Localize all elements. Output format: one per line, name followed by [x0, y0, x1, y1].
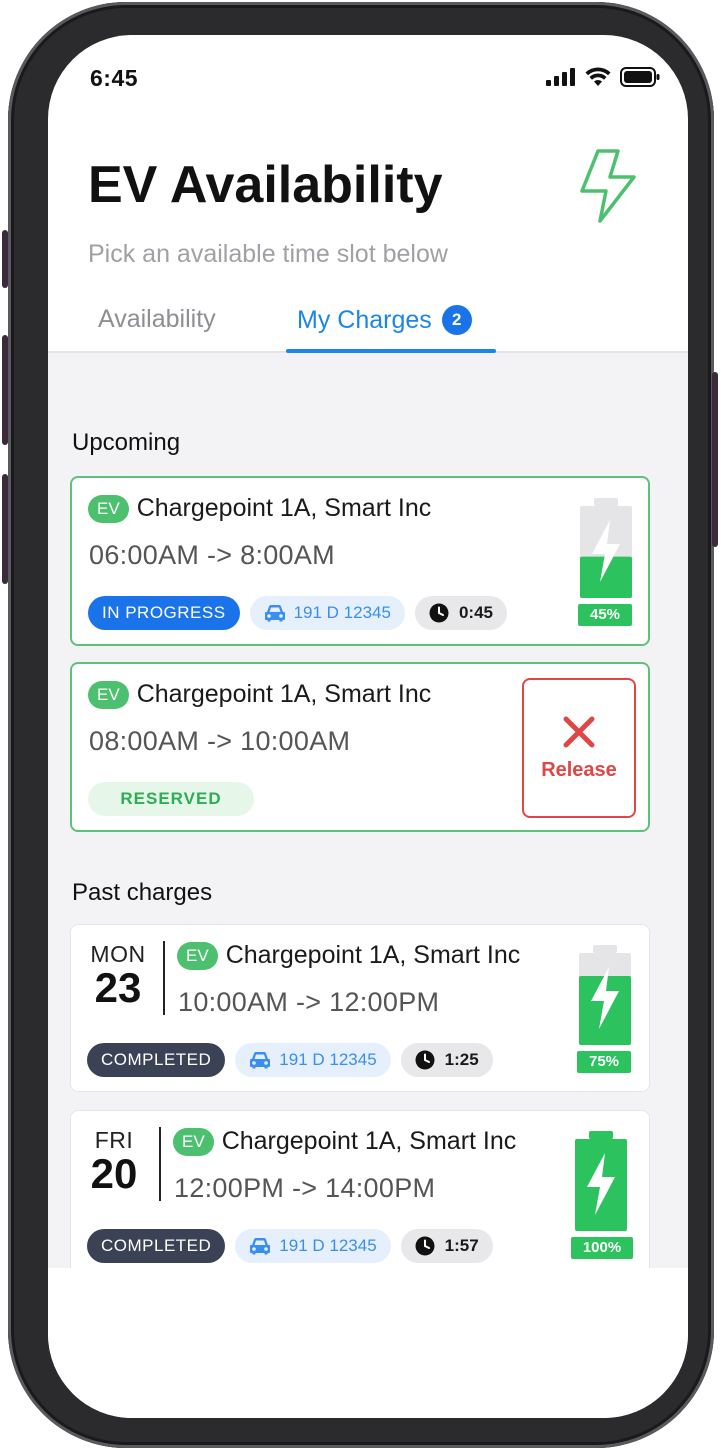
past-charge-card[interactable]: MON 23 EV Chargepoint 1A, Smart Inc 10:0… — [70, 924, 650, 1092]
battery-percent-label: 100% — [571, 1237, 633, 1259]
duration-chip: 1:57 — [400, 1229, 493, 1263]
duration-chip: 0:45 — [414, 596, 507, 630]
ev-badge: EV — [177, 941, 218, 970]
date-divider — [163, 941, 165, 1015]
time-range: 10:00AM -> 12:00PM — [178, 987, 440, 1017]
date-divider — [159, 1127, 161, 1201]
vehicle-chip: 191 D 12345 — [235, 1229, 391, 1263]
my-charges-count-badge: 2 — [441, 305, 472, 335]
vehicle-chip: 191 D 12345 — [235, 1043, 391, 1077]
charges-list: Upcoming EV Chargepoint 1A, Smart Inc 06… — [48, 353, 688, 1354]
charge-date: MON 23 — [85, 941, 151, 1011]
battery-charge-icon — [575, 1131, 627, 1231]
battery-percent-label: 45% — [578, 604, 632, 626]
battery-percent-label: 75% — [577, 1051, 631, 1073]
side-button-volume-down — [2, 474, 8, 584]
battery-level-indicator — [576, 498, 636, 603]
duration-value: 1:25 — [444, 1050, 479, 1069]
chargepoint-name: Chargepoint 1A, Smart Inc — [136, 680, 432, 708]
tab-bar: Availability My Charges 2 — [48, 293, 688, 353]
battery-level-indicator — [575, 945, 635, 1050]
vehicle-plate: 191 D 12345 — [279, 1236, 377, 1255]
vehicle-plate: 191 D 12345 — [293, 603, 391, 622]
vehicle-chip: 191 D 12345 — [249, 596, 405, 630]
status-badge: COMPLETED — [87, 1229, 226, 1263]
status-badge: COMPLETED — [87, 1043, 226, 1077]
status-badge: RESERVED — [88, 782, 254, 816]
ev-badge: EV — [88, 680, 129, 709]
clock-icon — [429, 603, 449, 623]
battery-charge-icon — [580, 498, 632, 598]
page-title: EV Availability — [88, 156, 443, 214]
duration-value: 0:45 — [458, 603, 493, 622]
battery-charge-icon — [579, 945, 631, 1045]
tab-my-charges[interactable]: My Charges 2 — [297, 305, 472, 335]
car-icon — [250, 1052, 271, 1069]
page-subtitle: Pick an available time slot below — [88, 240, 448, 268]
signal-icon — [546, 68, 575, 86]
wifi-icon — [585, 67, 611, 86]
battery-level-indicator — [571, 1131, 631, 1236]
charge-day: 20 — [90, 1150, 138, 1197]
chargepoint-name: Chargepoint 1A, Smart Inc — [225, 941, 521, 969]
side-button-power — [712, 372, 718, 547]
chargepoint-name: Chargepoint 1A, Smart Inc — [221, 1127, 517, 1155]
time-range: 12:00PM -> 14:00PM — [174, 1173, 436, 1203]
tab-availability[interactable]: Availability — [98, 305, 216, 334]
close-icon — [563, 716, 595, 747]
reserved-charge-card[interactable]: EV Chargepoint 1A, Smart Inc 08:00AM -> … — [70, 662, 650, 832]
lightning-bolt-icon — [580, 149, 636, 223]
home-indicator-area — [48, 1268, 688, 1418]
charge-date: FRI 20 — [81, 1127, 147, 1197]
chargepoint-name: Chargepoint 1A, Smart Inc — [136, 494, 432, 522]
side-button-mute — [2, 230, 8, 288]
app-screen: 6:45 EV Availability Pick an available t… — [48, 35, 688, 1418]
duration-chip: 1:25 — [400, 1043, 493, 1077]
charge-day: 23 — [94, 964, 142, 1011]
clock-icon — [415, 1050, 435, 1070]
clock-icon — [415, 1236, 435, 1256]
car-icon — [250, 1238, 271, 1255]
tab-my-charges-label: My Charges — [297, 305, 432, 334]
time-range: 08:00AM -> 10:00AM — [89, 726, 351, 756]
car-icon — [264, 605, 285, 622]
ev-badge: EV — [88, 494, 129, 523]
status-time: 6:45 — [90, 65, 139, 91]
phone-frame: 6:45 EV Availability Pick an available t… — [2, 2, 718, 1448]
section-title-upcoming: Upcoming — [72, 429, 181, 456]
past-charge-card[interactable]: FRI 20 EV Chargepoint 1A, Smart Inc 12:0… — [70, 1110, 650, 1278]
ev-badge: EV — [173, 1127, 214, 1156]
time-range: 06:00AM -> 8:00AM — [89, 540, 335, 570]
upcoming-charge-card[interactable]: EV Chargepoint 1A, Smart Inc 06:00AM -> … — [70, 476, 650, 646]
duration-value: 1:57 — [444, 1236, 479, 1255]
side-button-volume-up — [2, 335, 8, 445]
tab-availability-label: Availability — [98, 305, 216, 333]
battery-status-icon — [620, 67, 660, 87]
vehicle-plate: 191 D 12345 — [279, 1050, 377, 1069]
status-badge: IN PROGRESS — [88, 596, 240, 630]
release-button-label: Release — [541, 758, 617, 781]
status-icons — [546, 67, 660, 87]
section-title-past: Past charges — [72, 879, 213, 906]
release-button[interactable]: Release — [522, 678, 636, 818]
